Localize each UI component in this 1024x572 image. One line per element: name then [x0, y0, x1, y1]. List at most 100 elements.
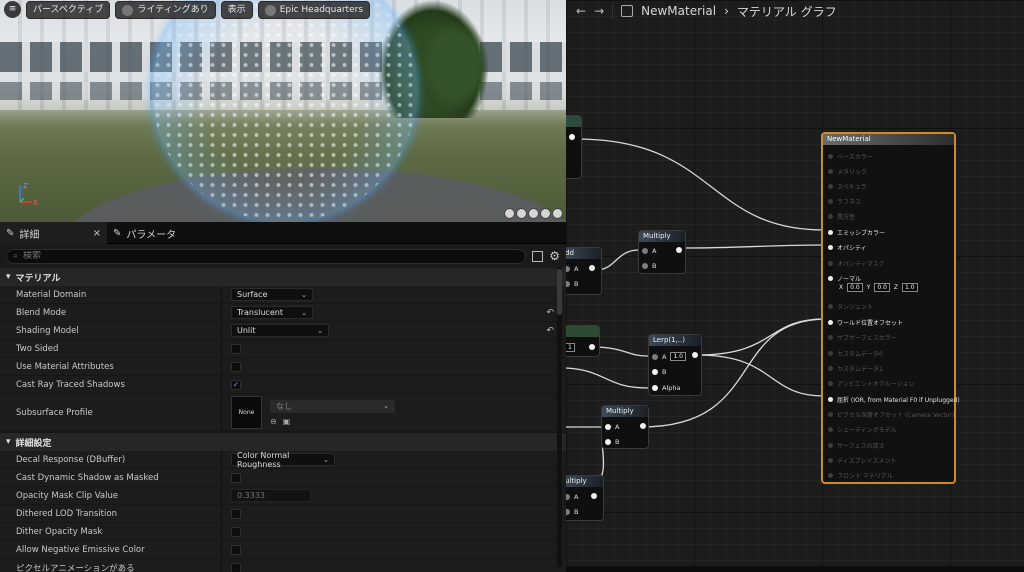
pin-front-material[interactable]: フロント マテリアル: [828, 471, 893, 480]
pin-tangent[interactable]: タンジェント: [828, 302, 873, 311]
input-pin[interactable]: [566, 266, 570, 272]
pin-roughness[interactable]: ラフネス: [828, 197, 861, 206]
pin-refraction[interactable]: 屈折 (IOR, from Material F0 if Unplugged): [828, 395, 960, 404]
lerp-a-value[interactable]: 1.0: [670, 352, 686, 361]
table-view-icon[interactable]: [532, 250, 544, 262]
details-search[interactable]: ⌕: [6, 248, 527, 264]
output-pin[interactable]: [589, 265, 595, 271]
pin-shading-model[interactable]: シェーディングモデル: [828, 425, 897, 434]
section-advanced-header[interactable]: ▾ 詳細設定: [0, 433, 566, 451]
material-graph-canvas[interactable]: ← → NewMaterial › マテリアル グラフ dd A B Multi…: [566, 0, 1024, 572]
forward-arrow-icon[interactable]: →: [594, 4, 604, 18]
cast-ray-traced-shadows-checkbox[interactable]: ✓: [231, 379, 241, 390]
pin-anisotropy[interactable]: 異方性: [828, 212, 855, 221]
reset-arrow-icon[interactable]: ↶: [546, 308, 554, 318]
input-pin[interactable]: [605, 439, 611, 445]
close-tab-icon[interactable]: ×: [93, 228, 101, 239]
search-row: ⌕ ⚙: [0, 244, 566, 268]
tab-details[interactable]: ✎ 詳細 ×: [0, 222, 107, 244]
input-pin[interactable]: [605, 424, 611, 430]
pin-emissive-color[interactable]: エミッシブカラー: [828, 228, 885, 237]
graph-node-add[interactable]: dd A B: [566, 247, 602, 295]
subsurface-thumbnail[interactable]: None: [231, 396, 262, 429]
output-pin[interactable]: [569, 134, 575, 140]
pin-opacity-mask[interactable]: オパシティマスク: [828, 259, 885, 268]
output-pin[interactable]: [589, 344, 595, 350]
hamburger-menu-icon[interactable]: ≡: [4, 1, 21, 18]
graph-node-multiply-3[interactable]: ultiply A B: [566, 475, 604, 521]
use-selected-icon[interactable]: ⊖: [270, 417, 277, 426]
opacity-mask-clip-input[interactable]: 0.3333: [231, 489, 311, 502]
material-output-node[interactable]: NewMaterial ベースカラー メタリック スペキュラ ラフネス 異方性 …: [821, 132, 960, 484]
gear-icon[interactable]: ⚙: [549, 249, 560, 263]
preview-scene-button[interactable]: Epic Headquarters: [257, 1, 371, 19]
reset-arrow-icon[interactable]: ↶: [546, 326, 554, 336]
search-input[interactable]: [23, 251, 520, 261]
dithered-lod-checkbox[interactable]: [231, 508, 241, 519]
details-scrollbar[interactable]: [557, 267, 562, 567]
graph-node-multiply[interactable]: Multiply A B: [638, 230, 686, 274]
input-pin[interactable]: [566, 494, 570, 500]
shading-model-dropdown[interactable]: Unlit ⌄: [231, 324, 329, 337]
pin-world-position-offset[interactable]: ワールド位置オフセット: [828, 318, 903, 327]
output-pin[interactable]: [692, 352, 698, 358]
normal-y-value[interactable]: 0.0: [874, 283, 890, 292]
pin-surface-thickness[interactable]: サーフェスの厚さ: [828, 441, 885, 450]
show-button[interactable]: 表示: [220, 1, 253, 19]
subsurface-profile-dropdown[interactable]: なし ⌄: [270, 399, 395, 413]
input-pin[interactable]: [566, 281, 570, 287]
allow-negative-emissive-checkbox[interactable]: [231, 544, 241, 555]
pin-subsurface-color[interactable]: サブサーフェスカラー: [828, 333, 897, 342]
dither-opacity-mask-checkbox[interactable]: [231, 526, 241, 537]
constant-value[interactable]: 1: [566, 343, 575, 352]
input-pin[interactable]: [652, 385, 658, 391]
pin-custom-data-1[interactable]: カスタムデータ1: [828, 364, 883, 373]
normal-z-value[interactable]: 1.0: [902, 283, 918, 292]
graph-node-multiply-2[interactable]: Multiply A B: [601, 405, 649, 449]
material-preview-viewport[interactable]: ≡ パースペクティブ ライティングあり 表示 Epic Headquarters…: [0, 0, 566, 222]
pixel-animation-checkbox[interactable]: [231, 562, 241, 572]
pin-opacity[interactable]: オパシティ: [828, 243, 867, 252]
teapot-preview-icon[interactable]: [552, 208, 563, 219]
material-domain-dropdown[interactable]: Surface ⌄: [231, 288, 313, 301]
section-material-header[interactable]: ▾ マテリアル: [0, 268, 566, 286]
cube-preview-icon[interactable]: [540, 208, 551, 219]
pin-ambient-occlusion[interactable]: アンビエントオクルージョン: [828, 379, 914, 388]
material-properties: Material Domain Surface ⌄ Blend Mode Tran…: [0, 286, 566, 432]
blend-mode-dropdown[interactable]: Translucent ⌄: [231, 306, 313, 319]
sphere-preview-icon[interactable]: [516, 208, 527, 219]
perspective-button[interactable]: パースペクティブ: [26, 1, 111, 19]
pin-displacement[interactable]: ディスプレイスメント: [828, 456, 896, 465]
cast-dynamic-shadow-checkbox[interactable]: [231, 472, 241, 483]
output-pin[interactable]: [640, 423, 646, 429]
output-pin[interactable]: [591, 493, 597, 499]
scrollbar-thumb[interactable]: [557, 269, 562, 315]
pin-custom-data-0[interactable]: カスタムデータ0: [828, 349, 883, 358]
pin-normal[interactable]: ノーマル: [828, 274, 861, 283]
cylinder-preview-icon[interactable]: [504, 208, 515, 219]
two-sided-checkbox[interactable]: [231, 343, 241, 354]
graph-node-partial-top[interactable]: [566, 115, 582, 179]
normal-x-value[interactable]: 0.0: [847, 283, 863, 292]
tab-parameters[interactable]: ✎ パラメータ: [107, 222, 182, 244]
input-pin[interactable]: [642, 263, 648, 269]
input-pin[interactable]: [566, 509, 570, 515]
back-arrow-icon[interactable]: ←: [576, 4, 586, 18]
breadcrumb-material[interactable]: NewMaterial: [641, 4, 716, 18]
pin-metallic[interactable]: メタリック: [828, 167, 867, 176]
graph-node-constant[interactable]: 1: [566, 325, 600, 357]
pin-pixel-depth-offset[interactable]: ピクセル深度オフセット (Camera Vector): [828, 410, 954, 419]
input-pin[interactable]: [642, 248, 648, 254]
lighting-mode-button[interactable]: ライティングあり: [115, 1, 216, 19]
use-material-attributes-checkbox[interactable]: [231, 361, 241, 372]
input-pin[interactable]: [652, 369, 658, 375]
plane-preview-icon[interactable]: [528, 208, 539, 219]
pin-specular[interactable]: スペキュラ: [828, 182, 867, 191]
graph-node-lerp[interactable]: Lerp(1,..) A 1.0 B Alpha: [648, 334, 702, 396]
row-decal-response: Decal Response (DBuffer) Color Normal Ro…: [0, 451, 566, 469]
browse-icon[interactable]: ▣: [283, 417, 291, 426]
output-pin[interactable]: [676, 247, 682, 253]
decal-response-dropdown[interactable]: Color Normal Roughness ⌄: [231, 451, 335, 469]
input-pin[interactable]: [652, 353, 658, 360]
pin-base-color[interactable]: ベースカラー: [828, 152, 873, 161]
